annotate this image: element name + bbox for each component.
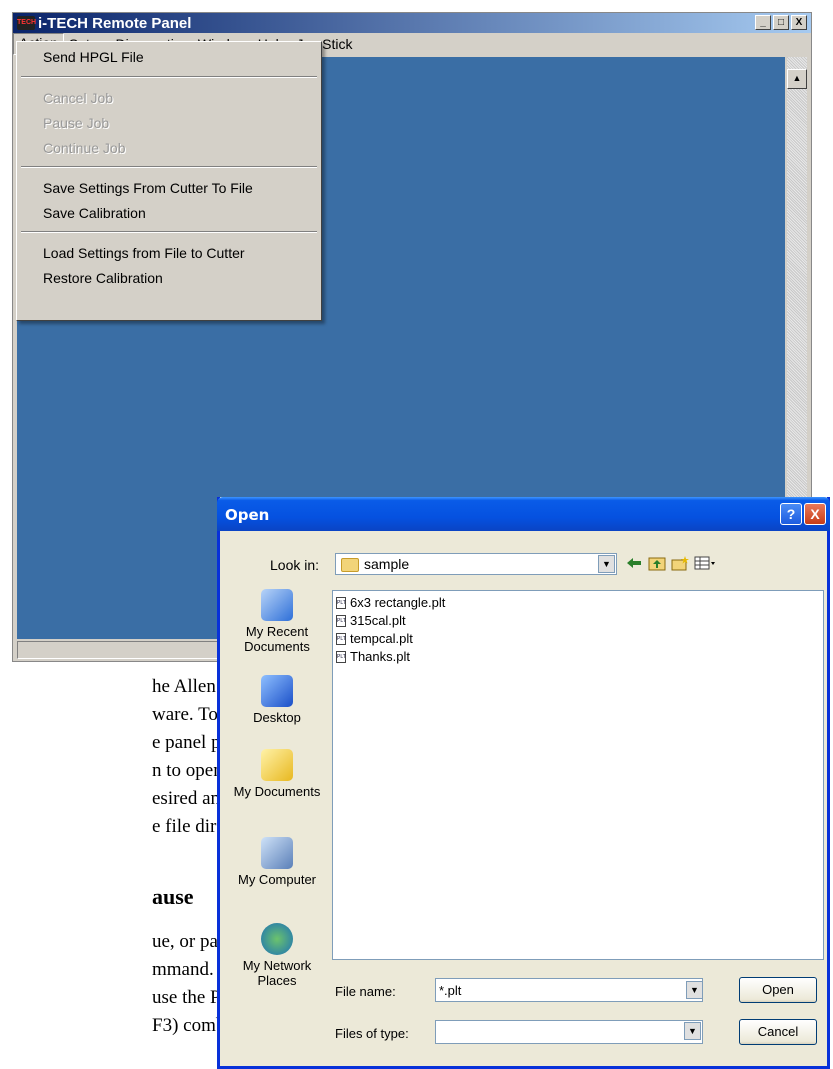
menu-separator xyxy=(21,231,317,233)
chevron-down-icon[interactable]: ▼ xyxy=(684,1022,701,1040)
file-name-input[interactable] xyxy=(435,978,703,1002)
open-button[interactable]: Open xyxy=(739,977,817,1003)
chevron-down-icon[interactable]: ▼ xyxy=(686,981,703,999)
action-menu-dropdown: Send HPGL File Cancel Job Pause Job Cont… xyxy=(16,41,322,321)
place-my-computer[interactable]: My Computer xyxy=(224,837,330,887)
list-item[interactable]: PLT 6x3 rectangle.plt xyxy=(336,595,445,610)
up-folder-icon[interactable] xyxy=(648,555,666,571)
scroll-up-icon[interactable]: ▲ xyxy=(787,69,807,89)
my-computer-icon xyxy=(261,837,293,869)
open-dialog-title-bar[interactable]: Open ? X xyxy=(217,497,830,531)
folder-icon xyxy=(341,558,359,572)
recent-documents-icon xyxy=(261,589,293,621)
menu-item-load-settings[interactable]: Load Settings from File to Cutter xyxy=(43,245,245,261)
close-button[interactable]: X xyxy=(791,15,807,30)
menu-item-continue-job: Continue Job xyxy=(43,140,126,156)
files-of-type-combo[interactable]: ▼ xyxy=(435,1020,703,1044)
cancel-button[interactable]: Cancel xyxy=(739,1019,817,1045)
plt-file-icon: PLT xyxy=(336,596,346,609)
back-icon[interactable] xyxy=(625,555,643,571)
place-my-recent-documents[interactable]: My Recent Documents xyxy=(224,589,330,654)
open-dialog: Open ? X Look in: sample ▼ My Recent Doc… xyxy=(217,497,830,1069)
plt-file-icon: PLT xyxy=(336,650,346,663)
new-folder-icon[interactable] xyxy=(671,555,689,571)
minimize-button[interactable]: _ xyxy=(755,15,771,30)
look-in-value: sample xyxy=(364,556,410,572)
plt-file-icon: PLT xyxy=(336,614,346,627)
plt-file-icon: PLT xyxy=(336,632,346,645)
dialog-close-button[interactable]: X xyxy=(804,503,826,525)
menu-item-save-calibration[interactable]: Save Calibration xyxy=(43,205,146,221)
place-my-network-places[interactable]: My Network Places xyxy=(224,923,330,988)
network-places-icon xyxy=(261,923,293,955)
help-button[interactable]: ? xyxy=(780,503,802,525)
remote-panel-title: i-TECH Remote Panel xyxy=(38,14,192,32)
view-menu-icon[interactable] xyxy=(694,555,716,571)
place-desktop[interactable]: Desktop xyxy=(224,675,330,725)
menu-item-save-settings[interactable]: Save Settings From Cutter To File xyxy=(43,180,253,196)
my-documents-icon xyxy=(261,749,293,781)
maximize-button[interactable]: □ xyxy=(773,15,789,30)
list-item[interactable]: PLT Thanks.plt xyxy=(336,649,410,664)
menu-item-cancel-job: Cancel Job xyxy=(43,90,114,106)
chevron-down-icon[interactable]: ▼ xyxy=(598,555,615,573)
files-of-type-label: Files of type: xyxy=(335,1026,409,1041)
menu-item-pause-job: Pause Job xyxy=(43,115,110,131)
file-name-label: File name: xyxy=(335,984,396,999)
look-in-combo[interactable]: sample ▼ xyxy=(335,553,617,575)
look-in-label: Look in: xyxy=(270,557,320,573)
menu-separator xyxy=(21,76,317,78)
itech-app-icon: TECH xyxy=(17,16,36,30)
place-my-documents[interactable]: My Documents xyxy=(224,749,330,799)
menu-item-restore-calibration[interactable]: Restore Calibration xyxy=(43,270,163,286)
desktop-icon xyxy=(261,675,293,707)
menu-separator xyxy=(21,166,317,168)
doc-heading: ause xyxy=(152,884,194,909)
file-list[interactable]: PLT 6x3 rectangle.plt PLT 315cal.plt PLT… xyxy=(332,590,824,960)
list-item[interactable]: PLT 315cal.plt xyxy=(336,613,406,628)
open-dialog-title: Open xyxy=(225,506,270,524)
places-bar: My Recent Documents Desktop My Documents… xyxy=(224,579,330,1019)
list-item[interactable]: PLT tempcal.plt xyxy=(336,631,413,646)
menu-item-send-hpgl-file[interactable]: Send HPGL File xyxy=(43,49,144,65)
remote-panel-title-bar[interactable]: TECH i-TECH Remote Panel _ □ X xyxy=(13,13,811,33)
